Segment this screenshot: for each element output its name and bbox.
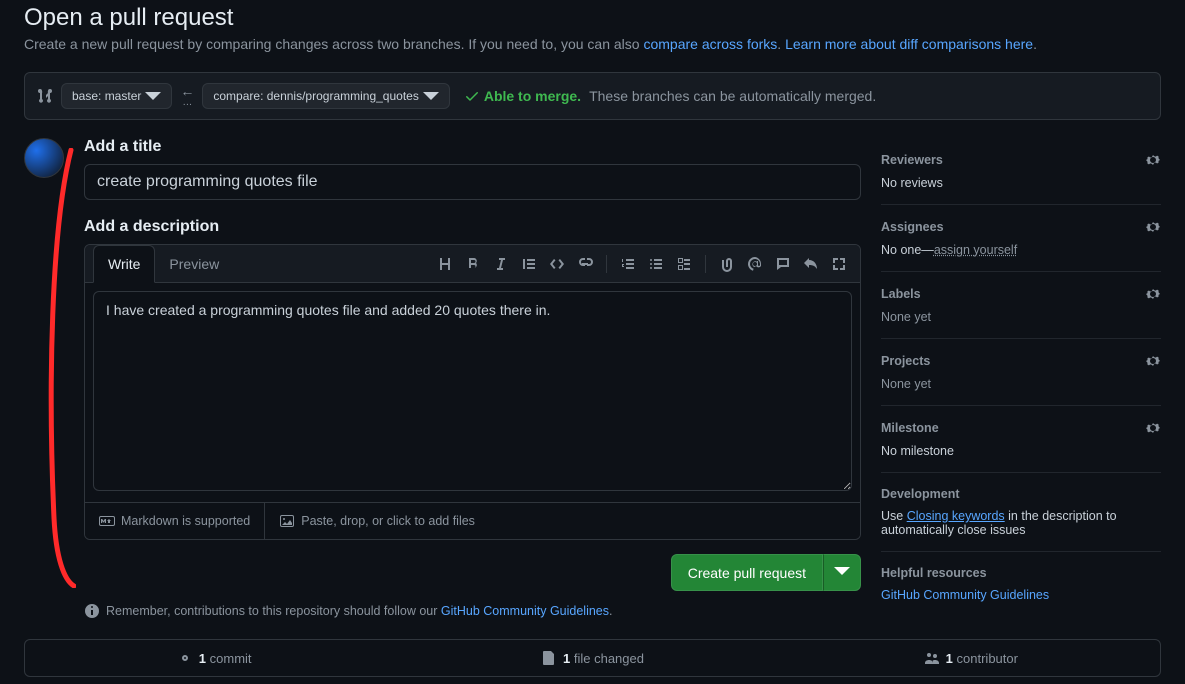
- stat-contributors[interactable]: 1 contributor: [782, 640, 1160, 676]
- reviewers-label: Reviewers: [881, 153, 943, 167]
- diff-help-link[interactable]: Learn more about diff comparisons here: [785, 36, 1033, 52]
- reference-icon[interactable]: [798, 251, 824, 277]
- page-title: Open a pull request: [24, 4, 1161, 32]
- info-icon: [84, 603, 100, 619]
- commit-icon: [177, 650, 193, 666]
- attach-icon[interactable]: [714, 251, 740, 277]
- development-value: Use Closing keywords in the description …: [881, 509, 1161, 537]
- gear-icon[interactable]: [1145, 152, 1161, 168]
- title-label: Add a title: [84, 138, 861, 156]
- closing-keywords-link[interactable]: Closing keywords: [907, 509, 1005, 523]
- arrow-left-icon: ← …: [180, 84, 194, 108]
- resources-label: Helpful resources: [881, 566, 987, 580]
- description-label: Add a description: [84, 218, 861, 236]
- projects-value: None yet: [881, 377, 1161, 391]
- resources-link[interactable]: GitHub Community Guidelines: [881, 588, 1049, 602]
- branch-range-box: base: master ← … compare: dennis/program…: [24, 72, 1161, 120]
- labels-value: None yet: [881, 310, 1161, 324]
- merge-note: These branches can be automatically merg…: [589, 88, 876, 104]
- base-branch-select[interactable]: base: master: [61, 83, 172, 109]
- assign-yourself-link[interactable]: assign yourself: [934, 243, 1017, 257]
- caret-down-icon: [423, 88, 439, 104]
- code-icon[interactable]: [544, 251, 570, 277]
- title-input[interactable]: [84, 164, 861, 200]
- ordered-list-icon[interactable]: [615, 251, 641, 277]
- stat-commits[interactable]: 1 commit: [25, 640, 403, 676]
- mention-icon[interactable]: [742, 251, 768, 277]
- milestone-value: No milestone: [881, 444, 1161, 458]
- projects-label: Projects: [881, 354, 930, 368]
- stat-files[interactable]: 1 file changed: [403, 640, 781, 676]
- fullscreen-icon[interactable]: [826, 251, 852, 277]
- gear-icon[interactable]: [1145, 286, 1161, 302]
- merge-status: Able to merge.: [464, 88, 581, 104]
- git-compare-icon: [37, 88, 53, 104]
- tab-preview[interactable]: Preview: [155, 246, 233, 282]
- paste-hint[interactable]: Paste, drop, or click to add files: [265, 503, 489, 539]
- create-pr-dropdown[interactable]: [823, 554, 861, 591]
- tab-write[interactable]: Write: [93, 245, 155, 283]
- page-subtitle: Create a new pull request by comparing c…: [24, 36, 1161, 52]
- community-guidelines-link[interactable]: GitHub Community Guidelines: [441, 604, 609, 618]
- development-label: Development: [881, 487, 960, 501]
- saved-reply-icon[interactable]: [770, 251, 796, 277]
- link-icon[interactable]: [572, 251, 598, 277]
- quote-icon[interactable]: [516, 251, 542, 277]
- caret-down-icon: [145, 88, 161, 104]
- italic-icon[interactable]: [488, 251, 514, 277]
- contribution-guidelines-note: Remember, contributions to this reposito…: [84, 603, 861, 619]
- milestone-label: Milestone: [881, 421, 939, 435]
- check-icon: [464, 88, 480, 104]
- assignees-label: Assignees: [881, 220, 944, 234]
- create-pr-button[interactable]: Create pull request: [671, 554, 823, 591]
- assignees-value: No one—assign yourself: [881, 243, 1161, 257]
- compare-forks-link[interactable]: compare across forks: [643, 36, 777, 52]
- image-icon: [279, 513, 295, 529]
- gear-icon[interactable]: [1145, 219, 1161, 235]
- people-icon: [924, 650, 940, 666]
- file-diff-icon: [541, 650, 557, 666]
- reviewers-value: No reviews: [881, 176, 1161, 190]
- task-list-icon[interactable]: [671, 251, 697, 277]
- stats-row: 1 commit 1 file changed 1 contributor: [24, 639, 1161, 677]
- gear-icon[interactable]: [1145, 420, 1161, 436]
- description-textarea[interactable]: I have created a programming quotes file…: [93, 291, 852, 491]
- compare-branch-select[interactable]: compare: dennis/programming_quotes: [202, 83, 449, 109]
- bold-icon[interactable]: [460, 251, 486, 277]
- heading-icon[interactable]: [432, 251, 458, 277]
- markdown-icon: [99, 513, 115, 529]
- gear-icon[interactable]: [1145, 353, 1161, 369]
- avatar: [24, 138, 64, 178]
- labels-label: Labels: [881, 287, 921, 301]
- unordered-list-icon[interactable]: [643, 251, 669, 277]
- markdown-hint[interactable]: Markdown is supported: [85, 503, 264, 539]
